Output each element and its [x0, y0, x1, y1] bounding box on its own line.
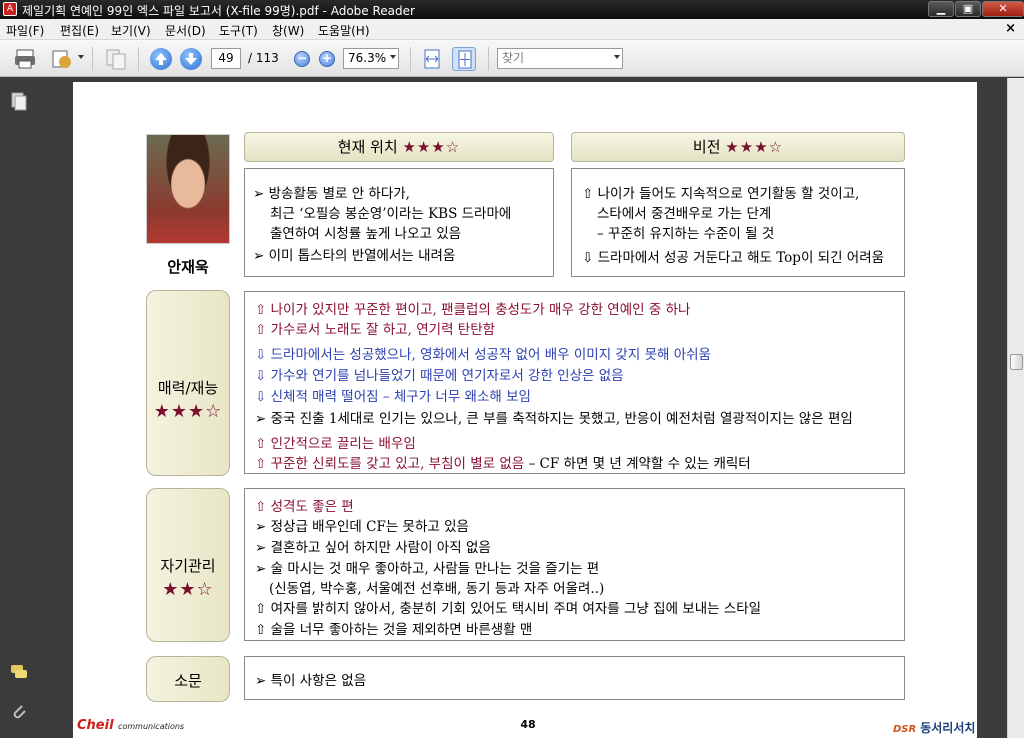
cheil-logo: Cheil communications — [77, 718, 184, 733]
charm-line: ⇩ 가수와 연기를 넘나들었기 때문에 연기자로서 강한 인상은 없음 — [255, 368, 624, 384]
rumor-label: 소문 — [174, 672, 202, 690]
email-dropdown-icon[interactable] — [78, 55, 84, 59]
vertical-scrollbar[interactable] — [1007, 78, 1024, 738]
search-dropdown-icon[interactable] — [614, 55, 620, 59]
menu-tools[interactable]: 도구(T) — [219, 22, 258, 39]
self-management-line: ➢ 결혼하고 싶어 하지만 사람이 아직 없음 — [255, 540, 491, 556]
cheil-logo-sub: communications — [118, 722, 185, 731]
current-position-line: 최근 ‘오필승 봉순영’이라는 KBS 드라마에 — [270, 206, 512, 222]
adobe-reader-icon: A — [3, 2, 17, 16]
charm-line-composite: ⇧ 꾸준한 신뢰도를 갖고 있고, 부침이 별로 없음 – CF 하면 몇 년 … — [255, 452, 751, 472]
window-title: 제일기획 연예인 99인 엑스 파일 보고서 (X-file 99명).pdf … — [22, 4, 415, 18]
current-position-line: ➢ 방송활동 별로 안 하다가, — [253, 186, 410, 202]
self-management-label: 자기관리 — [160, 557, 216, 575]
self-management-line: ⇧ 성격도 좋은 편 — [255, 499, 354, 515]
maximize-button[interactable]: ▣ — [955, 1, 981, 17]
attachment-icon[interactable] — [10, 702, 28, 722]
search-input[interactable]: 찾기 — [497, 48, 623, 69]
zoom-out-icon[interactable]: − — [294, 51, 310, 67]
toolbar-separator — [410, 47, 411, 71]
charm-line: ⇩ 드라마에서는 성공했으나, 영화에서 성공작 없어 배우 이미지 갖지 못해… — [255, 347, 711, 363]
current-position-stars: ★★★☆ — [402, 138, 461, 156]
charm-line: ➢ 중국 진출 1세대로 인기는 있으나, 큰 부를 축적하지는 못했고, 반응… — [255, 411, 853, 427]
charm-box: ⇧ 나이가 있지만 꾸준한 편이고, 팬클럽의 충성도가 매우 강한 연예인 중… — [244, 291, 905, 474]
toolbar-separator — [488, 47, 489, 71]
vision-stars: ★★★☆ — [725, 138, 784, 156]
charm-line: ⇧ 가수로서 노래도 잘 하고, 연기력 탄탄함 — [255, 322, 496, 338]
minimize-button[interactable]: ▁ — [928, 1, 954, 17]
current-position-label: 현재 위치 — [337, 138, 398, 156]
person-photo — [146, 134, 230, 244]
vision-box: ⇧ 나이가 들어도 지속적으로 연기활동 할 것이고, 스타에서 중견배우로 가… — [571, 168, 905, 277]
rumor-line: ➢ 특이 사항은 없음 — [255, 673, 367, 689]
self-management-box: ⇧ 성격도 좋은 편 ➢ 정상급 배우인데 CF는 못하고 있음 ➢ 결혼하고 … — [244, 488, 905, 641]
zoom-in-icon[interactable]: + — [319, 51, 335, 67]
current-position-header: 현재 위치 ★★★☆ — [244, 132, 554, 162]
current-position-line: 출연하여 시청률 높게 나오고 있음 — [270, 226, 462, 242]
pages-panel-icon[interactable] — [10, 92, 28, 112]
self-management-line: ➢ 술 마시는 것 매우 좋아하고, 사람들 만나는 것을 즐기는 편 — [255, 561, 600, 577]
menu-view[interactable]: 보기(V) — [111, 22, 151, 39]
rumor-box: ➢ 특이 사항은 없음 — [244, 656, 905, 700]
email-icon[interactable] — [50, 47, 74, 71]
self-management-label-panel: 자기관리 ★★☆ — [146, 488, 230, 642]
vision-line: – 꾸준히 유지하는 수준이 될 것 — [597, 226, 775, 242]
title-bar: A 제일기획 연예인 99인 엑스 파일 보고서 (X-file 99명).pd… — [0, 0, 1024, 19]
page-total: / 113 — [248, 51, 279, 65]
person-name: 안재욱 — [167, 258, 209, 276]
company-logo: DSR 동서리서치 — [893, 719, 975, 736]
fit-width-icon[interactable] — [420, 47, 444, 71]
self-management-line: ⇧ 여자를 밝히지 않아서, 충분히 기회 있어도 택시비 주며 여자를 그냥 … — [255, 601, 762, 617]
charm-line: ⇧ 나이가 있지만 꾸준한 편이고, 팬클럽의 충성도가 매우 강한 연예인 중… — [255, 302, 691, 318]
fit-page-icon[interactable] — [452, 47, 476, 71]
menu-window[interactable]: 창(W) — [272, 22, 304, 39]
current-position-box: ➢ 방송활동 별로 안 하다가, 최근 ‘오필승 봉순영’이라는 KBS 드라마… — [244, 168, 554, 277]
charm-label-panel: 매력/재능 ★★★☆ — [146, 290, 230, 476]
document-close-icon[interactable]: × — [1005, 21, 1016, 36]
previous-page-icon[interactable] — [150, 48, 172, 70]
self-management-line: ➢ 정상급 배우인데 CF는 못하고 있음 — [255, 519, 469, 535]
company-name: 동서리서치 — [920, 721, 976, 735]
menu-bar: 파일(F) 편집(E) 보기(V) 문서(D) 도구(T) 창(W) 도움말(H… — [0, 19, 1024, 40]
cheil-logo-text: Cheil — [77, 718, 114, 733]
document-viewport[interactable]: 안재욱 현재 위치 ★★★☆ 비전 ★★★☆ ➢ 방송활동 별로 안 하다가, … — [39, 78, 1007, 738]
self-management-line: (신동엽, 박수홍, 서울예전 선후배, 동기 등과 자주 어울려..) — [269, 581, 605, 597]
pdf-page: 안재욱 현재 위치 ★★★☆ 비전 ★★★☆ ➢ 방송활동 별로 안 하다가, … — [73, 82, 977, 738]
charm-line: ⇧ 인간적으로 끌리는 배우임 — [255, 436, 416, 452]
vision-line: ⇩ 드라마에서 성공 거둔다고 해도 Top이 되긴 어려움 — [582, 250, 885, 266]
comments-icon[interactable] — [10, 662, 28, 682]
toolbar-separator — [138, 47, 139, 71]
charm-line: – CF 하면 몇 년 계약할 수 있는 캐릭터 — [524, 456, 751, 472]
charm-line: ⇧ 꾸준한 신뢰도를 갖고 있고, 부침이 별로 없음 — [255, 456, 525, 472]
vision-header: 비전 ★★★☆ — [571, 132, 905, 162]
vision-line: 스타에서 중견배우로 가는 단계 — [597, 206, 772, 222]
menu-document[interactable]: 문서(D) — [165, 22, 206, 39]
navigation-pane — [0, 78, 39, 738]
current-position-line: ➢ 이미 톱스타의 반열에서는 내려옴 — [253, 248, 456, 264]
menu-file[interactable]: 파일(F) — [6, 22, 44, 39]
page-number-input[interactable]: 49 — [211, 48, 241, 69]
menu-help[interactable]: 도움말(H) — [318, 22, 370, 39]
zoom-dropdown-icon[interactable] — [390, 55, 396, 59]
next-page-icon[interactable] — [180, 48, 202, 70]
menu-edit[interactable]: 편집(E) — [60, 22, 99, 39]
company-mark: DSR — [893, 724, 917, 735]
toolbar: 49 / 113 − + 76.3% 찾기 — [0, 40, 1024, 77]
charm-line: ⇩ 신체적 매력 떨어짐 – 체구가 너무 왜소해 보임 — [255, 389, 531, 405]
self-management-stars: ★★☆ — [162, 579, 214, 600]
page-number: 48 — [520, 718, 536, 731]
print-icon[interactable] — [13, 47, 37, 71]
charm-label: 매력/재능 — [157, 379, 219, 397]
pages-icon[interactable] — [104, 47, 128, 71]
vision-line: ⇧ 나이가 들어도 지속적으로 연기활동 할 것이고, — [582, 186, 860, 202]
rumor-label-panel: 소문 — [146, 656, 230, 702]
close-button[interactable]: ✕ — [982, 1, 1024, 17]
self-management-line: ⇧ 술을 너무 좋아하는 것을 제외하면 바른생활 맨 — [255, 622, 533, 638]
toolbar-separator — [92, 47, 93, 71]
charm-stars: ★★★☆ — [153, 401, 223, 422]
vision-label: 비전 — [692, 138, 721, 156]
scroll-thumb[interactable] — [1010, 354, 1023, 370]
